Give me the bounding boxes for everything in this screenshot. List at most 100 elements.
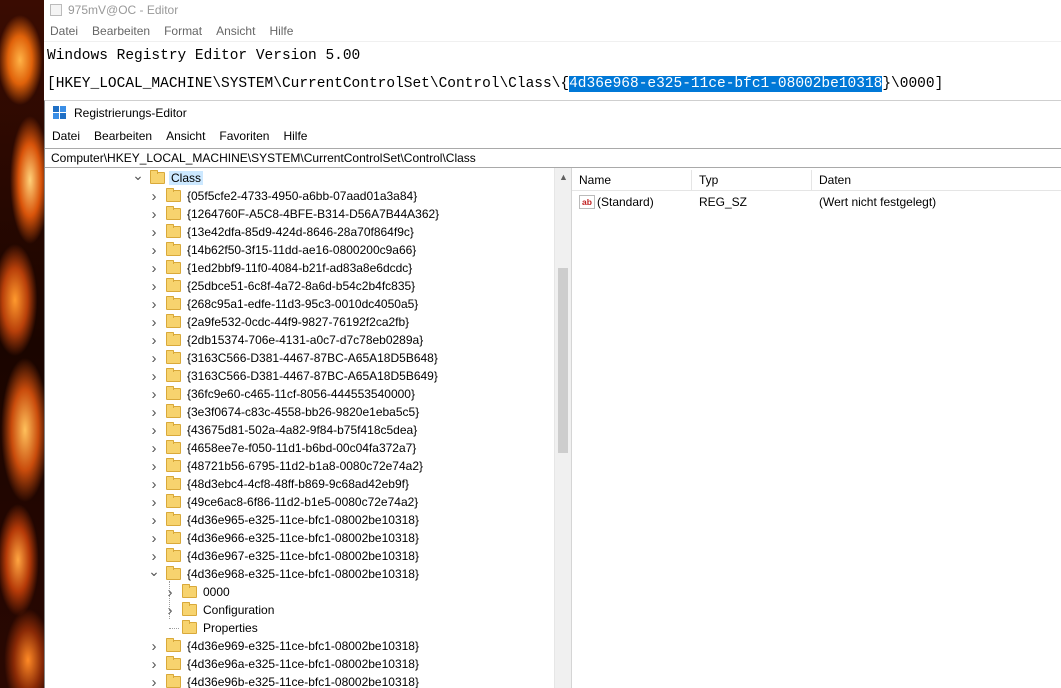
tree-item[interactable]: › {4d36e96a-e325-11ce-bfc1-08002be10318}	[148, 655, 421, 673]
folder-icon	[166, 332, 181, 346]
chevron-right-icon[interactable]: ›	[148, 494, 160, 511]
regedit-title: Registrierungs-Editor	[74, 105, 187, 120]
chevron-right-icon[interactable]: ›	[148, 296, 160, 313]
chevron-right-icon[interactable]: ›	[148, 188, 160, 205]
tree-item[interactable]: › {49ce6ac8-6f86-11d2-b1e5-0080c72e74a2}	[148, 493, 420, 511]
notepad-text-area[interactable]: Windows Registry Editor Version 5.00 [HK…	[44, 41, 1061, 98]
regedit-titlebar[interactable]: Registrierungs-Editor	[45, 101, 1061, 124]
chevron-right-icon[interactable]: ›	[148, 530, 160, 547]
folder-icon	[166, 638, 181, 652]
chevron-right-icon[interactable]: ›	[148, 476, 160, 493]
tree-item[interactable]: ⌄ {4d36e968-e325-11ce-bfc1-08002be10318}	[148, 563, 421, 583]
folder-icon	[166, 386, 181, 400]
tree-item[interactable]: › {36fc9e60-c465-11cf-8056-444553540000}	[148, 385, 417, 403]
tree-item-label: {2a9fe532-0cdc-44f9-9827-76192f2ca2fb}	[187, 315, 410, 329]
chevron-down-icon[interactable]: ⌄	[148, 563, 160, 579]
notepad-titlebar[interactable]: 975mV@OC - Editor	[44, 0, 1061, 20]
chevron-right-icon[interactable]: ›	[148, 368, 160, 385]
chevron-right-icon[interactable]: ›	[148, 314, 160, 331]
chevron-right-icon[interactable]: ›	[148, 638, 160, 655]
values-list-pane[interactable]: Name Typ Daten ab (Standard) REG_SZ (Wer…	[572, 168, 1061, 688]
column-header-data[interactable]: Daten	[812, 170, 1012, 190]
tree-item[interactable]: › {14b62f50-3f15-11dd-ae16-0800200c9a66}	[148, 241, 418, 259]
column-header-name[interactable]: Name	[572, 170, 692, 190]
tree-item[interactable]: › {43675d81-502a-4a82-9f84-b75f418c5dea}	[148, 421, 419, 439]
folder-icon	[166, 548, 181, 562]
tree-item[interactable]: › {2db15374-706e-4131-a0c7-d7c78eb0289a}	[148, 331, 425, 349]
chevron-right-icon[interactable]: ›	[148, 656, 160, 673]
regedit-menu-hilfe[interactable]: Hilfe	[283, 129, 307, 143]
chevron-right-icon[interactable]: ›	[148, 386, 160, 403]
chevron-right-icon[interactable]: ›	[148, 404, 160, 421]
chevron-right-icon[interactable]: ›	[148, 674, 160, 688]
tree-item[interactable]: › {13e42dfa-85d9-424d-8646-28a70f864f9c}	[148, 223, 416, 241]
tree-item-class[interactable]: ⌄ Class	[132, 168, 204, 187]
folder-icon	[166, 404, 181, 418]
tree-item[interactable]: › {3163C566-D381-4467-87BC-A65A18D5B648}	[148, 349, 440, 367]
value-type: REG_SZ	[699, 195, 748, 209]
regedit-menu-bearbeiten[interactable]: Bearbeiten	[94, 129, 152, 143]
key-tree-pane[interactable]: ▲ ⌄ Class › {05f5cfe2-4733-4950-a6bb-07aad0…	[45, 168, 572, 688]
chevron-right-icon[interactable]: ›	[148, 440, 160, 457]
folder-icon	[166, 188, 181, 202]
column-header-type[interactable]: Typ	[692, 170, 812, 190]
tree-item[interactable]: › {25dbce51-6c8f-4a72-8a6d-b54c2b4fc835}	[148, 277, 417, 295]
scrollbar-thumb[interactable]	[558, 268, 568, 453]
regedit-menu-datei[interactable]: Datei	[52, 129, 80, 143]
tree-item[interactable]: › {3163C566-D381-4467-87BC-A65A18D5B649}	[148, 367, 440, 385]
notepad-menu-ansicht[interactable]: Ansicht	[216, 24, 255, 38]
chevron-right-icon[interactable]: ›	[148, 260, 160, 277]
tree-item-label: {4d36e967-e325-11ce-bfc1-08002be10318}	[187, 549, 419, 563]
tree-item[interactable]: › {4658ee7e-f050-11d1-b6bd-00c04fa372a7}	[148, 439, 418, 457]
chevron-right-icon[interactable]: ›	[148, 206, 160, 223]
regedit-menu-ansicht[interactable]: Ansicht	[166, 129, 205, 143]
chevron-right-icon[interactable]: ›	[148, 512, 160, 529]
notepad-menu-bearbeiten[interactable]: Bearbeiten	[92, 24, 150, 38]
chevron-right-icon[interactable]: ›	[148, 350, 160, 367]
tree-item[interactable]: › {1264760F-A5C8-4BFE-B314-D56A7B44A362}	[148, 205, 441, 223]
tree-item-label: {1264760F-A5C8-4BFE-B314-D56A7B44A362}	[187, 207, 440, 221]
tree-item-child[interactable]: › 0000	[164, 583, 232, 601]
notepad-menu-hilfe[interactable]: Hilfe	[269, 24, 293, 38]
tree-scrollbar[interactable]: ▲	[554, 168, 571, 688]
chevron-right-icon[interactable]: ›	[148, 458, 160, 475]
tree-item[interactable]: › {1ed2bbf9-11f0-4084-b21f-ad83a8e6dcdc}	[148, 259, 414, 277]
tree-item[interactable]: › {4d36e965-e325-11ce-bfc1-08002be10318}	[148, 511, 421, 529]
tree-item[interactable]: › {4d36e966-e325-11ce-bfc1-08002be10318}	[148, 529, 421, 547]
tree-item[interactable]: › {4d36e967-e325-11ce-bfc1-08002be10318}	[148, 547, 421, 565]
tree-item-child[interactable]: › Configuration	[164, 601, 276, 619]
notepad-menu-format[interactable]: Format	[164, 24, 202, 38]
folder-icon	[166, 512, 181, 526]
tree-item[interactable]: › {05f5cfe2-4733-4950-a6bb-07aad01a3a84}	[148, 187, 419, 205]
tree-item[interactable]: › {4d36e96b-e325-11ce-bfc1-08002be10318}	[148, 673, 421, 688]
tree-item[interactable]: › {2a9fe532-0cdc-44f9-9827-76192f2ca2fb}	[148, 313, 411, 331]
folder-icon	[166, 422, 181, 436]
tree-item[interactable]: › {3e3f0674-c83c-4558-bb26-9820e1eba5c5}	[148, 403, 421, 421]
tree-item[interactable]: › {48721b56-6795-11d2-b1a8-0080c72e74a2}	[148, 457, 425, 475]
selected-text[interactable]: 4d36e968-e325-11ce-bfc1-08002be10318	[569, 76, 883, 92]
notepad-menu-datei[interactable]: Datei	[50, 24, 78, 38]
folder-icon	[166, 566, 181, 580]
chevron-right-icon[interactable]: ›	[164, 584, 176, 601]
regedit-menu-favoriten[interactable]: Favoriten	[219, 129, 269, 143]
chevron-right-icon[interactable]: ›	[148, 278, 160, 295]
regedit-panes: ▲ ⌄ Class › {05f5cfe2-4733-4950-a6bb-07aad0…	[45, 168, 1061, 688]
chevron-down-icon[interactable]: ⌄	[132, 168, 144, 183]
scroll-up-icon[interactable]: ▲	[555, 170, 571, 184]
value-row[interactable]: ab (Standard) REG_SZ (Wert nicht festgel…	[572, 191, 1061, 213]
address-bar[interactable]: Computer\HKEY_LOCAL_MACHINE\SYSTEM\Curre…	[45, 148, 1061, 168]
tree-connector-line	[169, 581, 170, 619]
chevron-right-icon[interactable]: ›	[164, 602, 176, 619]
chevron-right-icon[interactable]: ›	[148, 422, 160, 439]
chevron-right-icon[interactable]: ›	[148, 242, 160, 259]
tree-item[interactable]: › {4d36e969-e325-11ce-bfc1-08002be10318}	[148, 637, 421, 655]
tree-item[interactable]: › {268c95a1-edfe-11d3-95c3-0010dc4050a5}	[148, 295, 420, 313]
chevron-right-icon[interactable]: ›	[148, 548, 160, 565]
string-value-icon: ab	[579, 195, 595, 209]
tree-item-label: {49ce6ac8-6f86-11d2-b1e5-0080c72e74a2}	[187, 495, 419, 509]
tree-item[interactable]: › {48d3ebc4-4cf8-48ff-b869-9c68ad42eb9f}	[148, 475, 411, 493]
chevron-right-icon[interactable]: ›	[148, 332, 160, 349]
chevron-right-icon[interactable]: ›	[148, 224, 160, 241]
tree-item-label: {14b62f50-3f15-11dd-ae16-0800200c9a66}	[187, 243, 417, 257]
folder-icon	[166, 242, 181, 256]
